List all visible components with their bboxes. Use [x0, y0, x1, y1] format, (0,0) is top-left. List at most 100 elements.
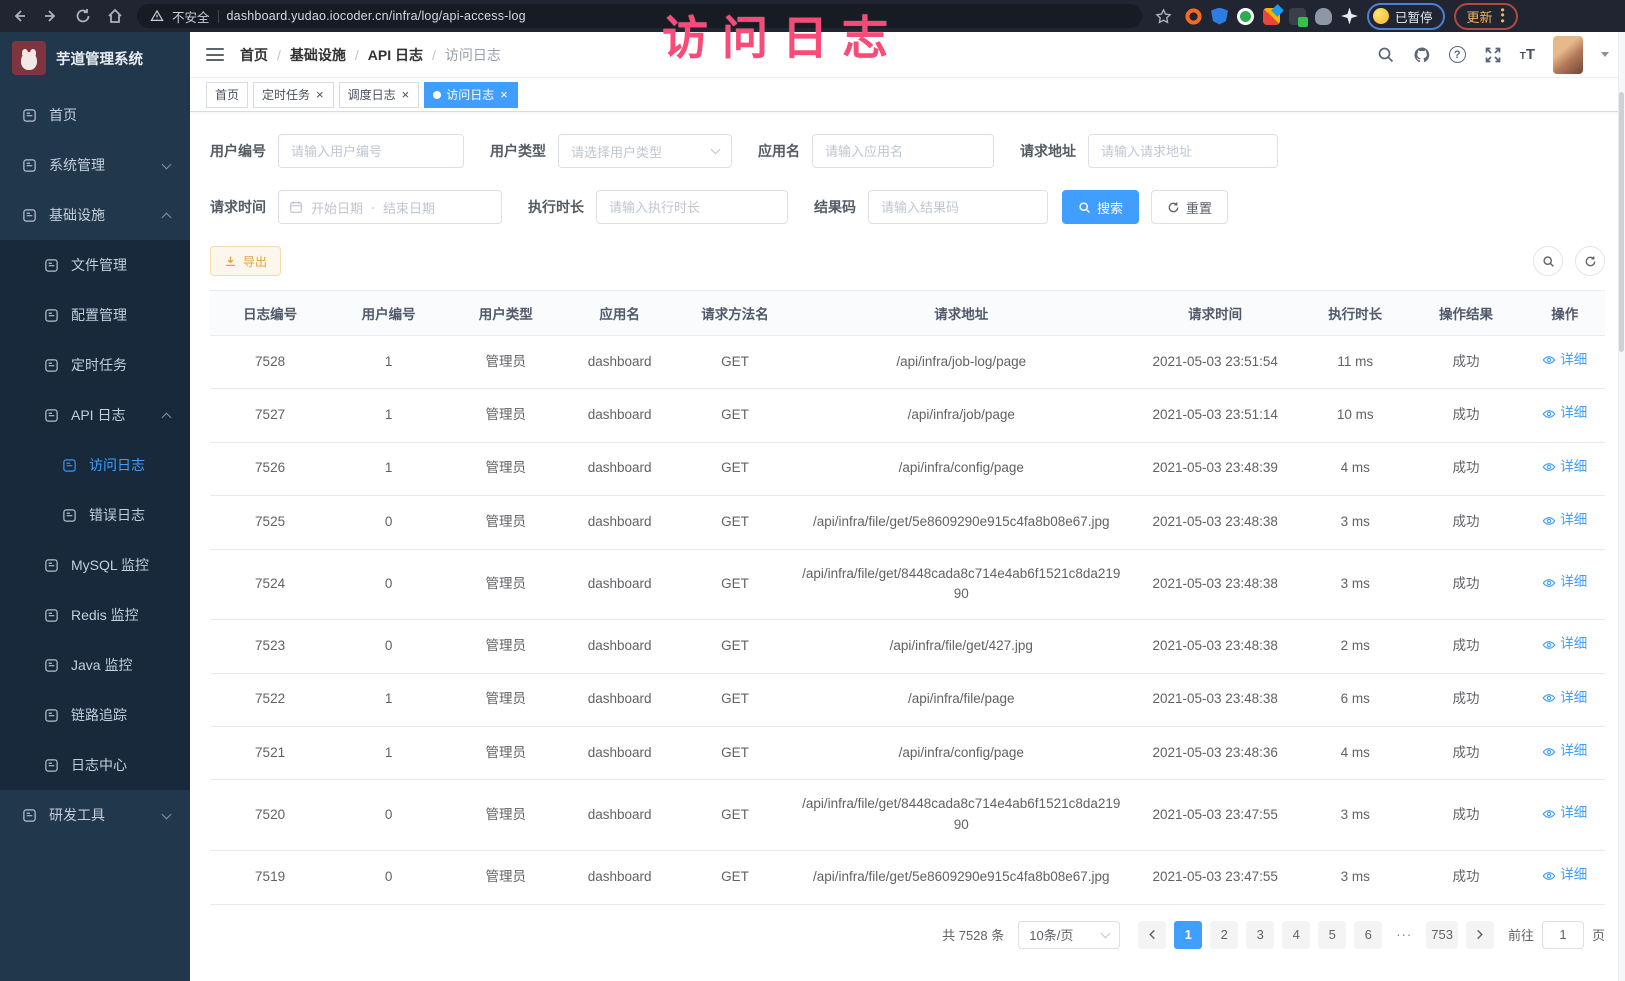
user-id-cell: 0 — [330, 496, 447, 549]
sidebar-item[interactable]: 访问日志 — [0, 440, 190, 490]
method-cell: GET — [675, 496, 795, 549]
sidebar-item[interactable]: 系统管理 — [0, 140, 190, 190]
sidebar-item[interactable]: Redis 监控 — [0, 590, 190, 640]
fullscreen-icon[interactable] — [1484, 46, 1502, 64]
detail-link[interactable]: 详细 — [1542, 350, 1587, 371]
result-code-input[interactable] — [868, 190, 1048, 224]
tab[interactable]: 访问日志 × — [424, 82, 518, 108]
insecure-warning-icon — [150, 9, 164, 23]
goto-page-input[interactable] — [1542, 921, 1584, 949]
extension-icon-3[interactable] — [1237, 8, 1254, 25]
user-type-select[interactable]: 请选择用户类型 — [558, 134, 732, 168]
forward-icon[interactable] — [42, 7, 60, 25]
request-url-input[interactable] — [1088, 134, 1278, 168]
navbar-actions: ? TT — [1377, 36, 1609, 74]
scrollbar[interactable] — [1618, 32, 1625, 981]
page-button[interactable]: ··· — [1390, 921, 1418, 949]
request-time-range-picker[interactable]: 开始日期 - 结束日期 — [278, 190, 502, 224]
browser-update-button[interactable]: 更新 ••• — [1454, 3, 1518, 30]
avatar[interactable] — [1553, 36, 1583, 74]
sidebar-item[interactable]: 基础设施 — [0, 190, 190, 240]
detail-link[interactable]: 详细 — [1542, 457, 1587, 478]
tab[interactable]: 定时任务 × — [253, 82, 334, 108]
extension-icon-7[interactable] — [1341, 8, 1358, 25]
sidebar-item[interactable]: 研发工具 — [0, 790, 190, 840]
update-label: 更新 — [1467, 7, 1493, 26]
detail-link[interactable]: 详细 — [1542, 403, 1587, 424]
app-name-input[interactable] — [812, 134, 994, 168]
extension-icon-5[interactable] — [1289, 8, 1306, 25]
sidebar-item[interactable]: 定时任务 — [0, 340, 190, 390]
search-icon[interactable] — [1377, 46, 1395, 64]
sidebar-item[interactable]: Java 监控 — [0, 640, 190, 690]
detail-link[interactable]: 详细 — [1542, 510, 1587, 531]
font-size-icon[interactable]: TT — [1520, 47, 1535, 62]
page-button[interactable]: 4 — [1282, 921, 1310, 949]
duration-input[interactable] — [596, 190, 788, 224]
sidebar-item[interactable]: 日志中心 — [0, 740, 190, 790]
profile-paused-badge[interactable]: 已暂停 — [1367, 3, 1445, 30]
sidebar-item[interactable]: 文件管理 — [0, 240, 190, 290]
page-button[interactable]: 2 — [1210, 921, 1238, 949]
eye-icon — [1542, 691, 1556, 705]
caret-down-icon[interactable] — [1601, 52, 1609, 61]
app-name-cell: dashboard — [564, 620, 675, 673]
close-icon[interactable]: × — [499, 88, 509, 101]
extension-icon-2[interactable] — [1211, 8, 1228, 25]
page-button[interactable]: 6 — [1354, 921, 1382, 949]
back-icon[interactable] — [10, 7, 28, 25]
breadcrumb-item[interactable]: 访问日志 — [445, 45, 501, 65]
tab[interactable]: 调度日志 × — [339, 82, 420, 108]
export-button[interactable]: 导出 — [210, 246, 281, 276]
extension-icon-1[interactable] — [1185, 8, 1202, 25]
app-name-cell: dashboard — [564, 673, 675, 726]
detail-link[interactable]: 详细 — [1542, 803, 1587, 824]
detail-link[interactable]: 详细 — [1542, 688, 1587, 709]
close-icon[interactable]: × — [401, 88, 411, 101]
page-button[interactable]: 753 — [1426, 921, 1458, 949]
page-button[interactable]: 5 — [1318, 921, 1346, 949]
reset-button[interactable]: 重置 — [1151, 190, 1228, 224]
extension-icon-6[interactable] — [1315, 8, 1332, 25]
search-button[interactable]: 搜索 — [1062, 190, 1139, 224]
prev-page-button[interactable] — [1138, 921, 1166, 949]
detail-link[interactable]: 详细 — [1542, 865, 1587, 886]
close-icon[interactable]: × — [315, 88, 325, 101]
breadcrumb-item[interactable]: 基础设施 — [290, 45, 346, 65]
user-type-cell: 管理员 — [447, 727, 564, 780]
hamburger-icon[interactable] — [206, 48, 224, 61]
detail-link[interactable]: 详细 — [1542, 572, 1587, 593]
scrollbar-thumb[interactable] — [1619, 92, 1624, 352]
tab[interactable]: 首页 — [206, 82, 248, 108]
detail-link[interactable]: 详细 — [1542, 634, 1587, 655]
page-size-select[interactable]: 10条/页 — [1018, 921, 1120, 949]
bookmark-star-icon[interactable] — [1155, 8, 1172, 25]
browser-menu-icon[interactable]: ••• — [1501, 8, 1505, 24]
help-icon[interactable]: ? — [1449, 46, 1466, 63]
next-page-button[interactable] — [1466, 921, 1494, 949]
github-icon[interactable] — [1413, 46, 1431, 64]
column-header: 日志编号 — [210, 291, 330, 336]
sidebar-item[interactable]: 首页 — [0, 90, 190, 140]
refresh-table-button[interactable] — [1575, 246, 1605, 276]
page-button[interactable]: 1 — [1174, 921, 1202, 949]
sidebar-item[interactable]: 链路追踪 — [0, 690, 190, 740]
reload-icon[interactable] — [74, 7, 92, 25]
sidebar-item[interactable]: 配置管理 — [0, 290, 190, 340]
request-url-label: 请求地址 — [1020, 141, 1076, 161]
extension-icon-4[interactable] — [1263, 8, 1280, 25]
show-search-button[interactable] — [1533, 246, 1563, 276]
app-logo[interactable]: 芋道管理系统 — [0, 32, 190, 84]
user-id-input[interactable] — [278, 134, 464, 168]
breadcrumb-item[interactable]: API 日志 — [368, 45, 423, 65]
page-button[interactable]: 3 — [1246, 921, 1274, 949]
breadcrumb-item[interactable]: 首页 — [240, 45, 268, 65]
sidebar-item[interactable]: 错误日志 — [0, 490, 190, 540]
browser-url-bar[interactable]: 不安全 dashboard.yudao.iocoder.cn/infra/log… — [137, 4, 1142, 28]
sidebar-item[interactable]: API 日志 — [0, 390, 190, 440]
home-icon[interactable] — [106, 7, 124, 25]
user-type-cell: 管理员 — [447, 442, 564, 495]
detail-link[interactable]: 详细 — [1542, 741, 1587, 762]
sidebar-item[interactable]: MySQL 监控 — [0, 540, 190, 590]
eye-icon — [1542, 576, 1556, 590]
